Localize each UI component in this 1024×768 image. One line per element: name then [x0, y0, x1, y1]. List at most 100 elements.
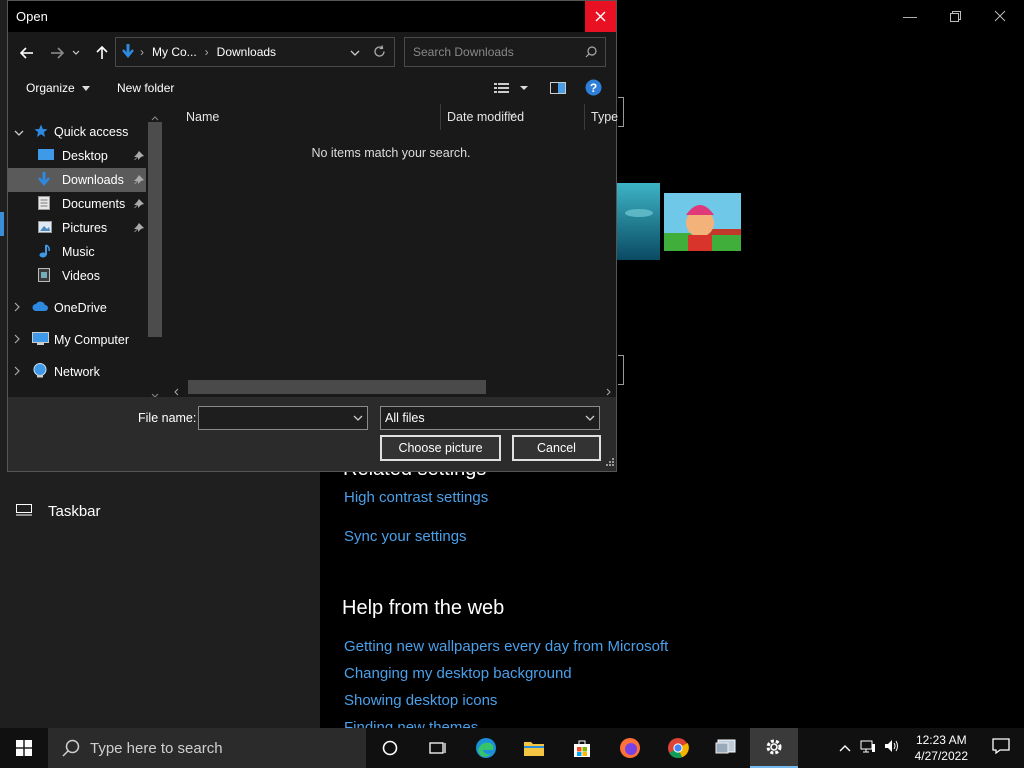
arrow-right-icon: [51, 47, 64, 59]
high-contrast-link[interactable]: High contrast settings: [344, 489, 488, 506]
chevron-down-icon[interactable]: [14, 125, 32, 139]
breadcrumb-item-my-computer[interactable]: My Co...: [152, 45, 197, 59]
network-globe-icon: [32, 363, 54, 381]
choose-picture-button[interactable]: Choose picture: [380, 435, 501, 461]
store-button[interactable]: [558, 728, 606, 768]
nav-item-downloads[interactable]: Downloads: [8, 168, 146, 192]
breadcrumb-item-downloads[interactable]: Downloads: [217, 45, 276, 59]
chevron-right-icon[interactable]: [14, 301, 32, 315]
arrow-up-icon: [96, 46, 108, 59]
column-divider[interactable]: [584, 104, 585, 130]
clock[interactable]: 12:23 AM 4/27/2022: [905, 732, 978, 764]
svg-text:?: ?: [590, 81, 597, 95]
cancel-button[interactable]: Cancel: [512, 435, 601, 461]
nav-item-documents[interactable]: Documents: [8, 192, 146, 216]
restore-button[interactable]: [932, 0, 978, 32]
clock-date: 4/27/2022: [914, 749, 968, 763]
minimize-button[interactable]: —: [887, 0, 933, 32]
cortana-button[interactable]: [366, 728, 414, 768]
up-button[interactable]: [92, 43, 112, 63]
notifications-button[interactable]: [978, 737, 1024, 759]
file-name-label: File name:: [138, 411, 197, 425]
recent-locations-button[interactable]: [69, 43, 83, 63]
nav-pane-scrollbar-thumb[interactable]: [148, 122, 162, 337]
firefox-icon: [620, 738, 640, 758]
download-arrow-icon: [122, 43, 134, 61]
clock-time: 12:23 AM: [915, 733, 967, 747]
close-settings-button[interactable]: [977, 0, 1023, 32]
input-edge: [618, 97, 624, 127]
chevron-right-icon[interactable]: [14, 365, 32, 379]
organize-menu-button[interactable]: Organize: [26, 81, 91, 95]
nav-item-pictures[interactable]: Pictures: [8, 216, 146, 240]
remote-desktop-button[interactable]: [702, 728, 750, 768]
dialog-titlebar[interactable]: Open: [8, 1, 616, 32]
nav-label: My Computer: [54, 333, 130, 347]
task-view-button[interactable]: [414, 728, 462, 768]
taskbar-search-box[interactable]: Type here to search: [48, 728, 366, 768]
nav-item-desktop[interactable]: Desktop: [8, 144, 146, 168]
column-header-date-modified[interactable]: Date modified: [447, 110, 524, 124]
file-type-select[interactable]: All files: [380, 406, 600, 430]
settings-taskbar-button[interactable]: [750, 728, 798, 768]
address-bar[interactable]: › My Co... › Downloads: [115, 37, 395, 67]
computer-icon: [32, 331, 54, 349]
settings-nav-item-taskbar[interactable]: Taskbar: [16, 503, 101, 520]
chrome-button[interactable]: [654, 728, 702, 768]
view-options-button[interactable]: [494, 82, 530, 97]
file-name-combobox[interactable]: [198, 406, 368, 430]
firefox-button[interactable]: [606, 728, 654, 768]
wallpaper-thumbnail-cartoon[interactable]: [664, 193, 741, 251]
resize-grip-icon[interactable]: [606, 455, 614, 469]
close-icon: [994, 10, 1006, 22]
dialog-close-button[interactable]: [585, 1, 616, 32]
windows-logo-icon: [16, 740, 32, 756]
help-link-background[interactable]: Changing my desktop background: [344, 665, 572, 682]
pin-icon: [134, 150, 144, 164]
file-list-horizontal-scrollbar-thumb[interactable]: [188, 380, 486, 394]
preview-pane-button[interactable]: [550, 82, 566, 97]
chevron-right-icon[interactable]: [14, 333, 32, 347]
chrome-icon: [668, 738, 689, 759]
nav-item-quick-access[interactable]: Quick access: [8, 120, 146, 144]
details-view-icon: [494, 83, 528, 93]
nav-item-my-computer[interactable]: My Computer: [8, 328, 146, 352]
pin-icon: [134, 222, 144, 236]
chevron-down-icon[interactable]: [353, 411, 363, 425]
forward-button[interactable]: [47, 43, 67, 63]
help-button[interactable]: ?: [585, 79, 602, 99]
nav-item-music[interactable]: Music: [8, 240, 146, 264]
pin-icon: [134, 174, 144, 188]
edge-icon: [476, 738, 496, 758]
nav-label: Videos: [62, 269, 100, 283]
nav-label: Downloads: [62, 173, 124, 187]
sync-settings-link[interactable]: Sync your settings: [344, 528, 467, 545]
network-icon[interactable]: [857, 739, 879, 758]
music-note-icon: [38, 243, 62, 261]
nav-item-network[interactable]: Network: [8, 360, 146, 384]
volume-icon[interactable]: [879, 739, 905, 758]
edge-button[interactable]: [462, 728, 510, 768]
help-link-wallpapers[interactable]: Getting new wallpapers every day from Mi…: [344, 638, 668, 655]
new-folder-button[interactable]: New folder: [117, 81, 174, 95]
back-button[interactable]: [17, 43, 37, 63]
store-icon: [574, 740, 590, 757]
document-icon: [38, 195, 62, 213]
start-button[interactable]: [0, 728, 48, 768]
task-view-icon: [429, 742, 446, 754]
help-link-desktop-icons[interactable]: Showing desktop icons: [344, 692, 497, 709]
column-header-name[interactable]: Name: [186, 110, 219, 124]
wallpaper-thumbnail-ocean[interactable]: [617, 183, 660, 260]
file-explorer-button[interactable]: [510, 728, 558, 768]
empty-results-message: No items match your search.: [311, 146, 471, 160]
nav-item-onedrive[interactable]: OneDrive: [8, 296, 146, 320]
dialog-search-input[interactable]: Search Downloads: [404, 37, 606, 67]
column-header-type[interactable]: Type: [591, 110, 618, 124]
refresh-icon[interactable]: [373, 45, 386, 61]
address-dropdown-chevron-down-icon[interactable]: [350, 46, 360, 60]
column-divider[interactable]: [440, 104, 441, 130]
chevron-down-icon[interactable]: [585, 411, 595, 425]
nav-item-videos[interactable]: Videos: [8, 264, 146, 288]
breadcrumb-separator-icon: ›: [140, 45, 144, 59]
tray-overflow-chevron-up-icon[interactable]: [833, 739, 857, 757]
